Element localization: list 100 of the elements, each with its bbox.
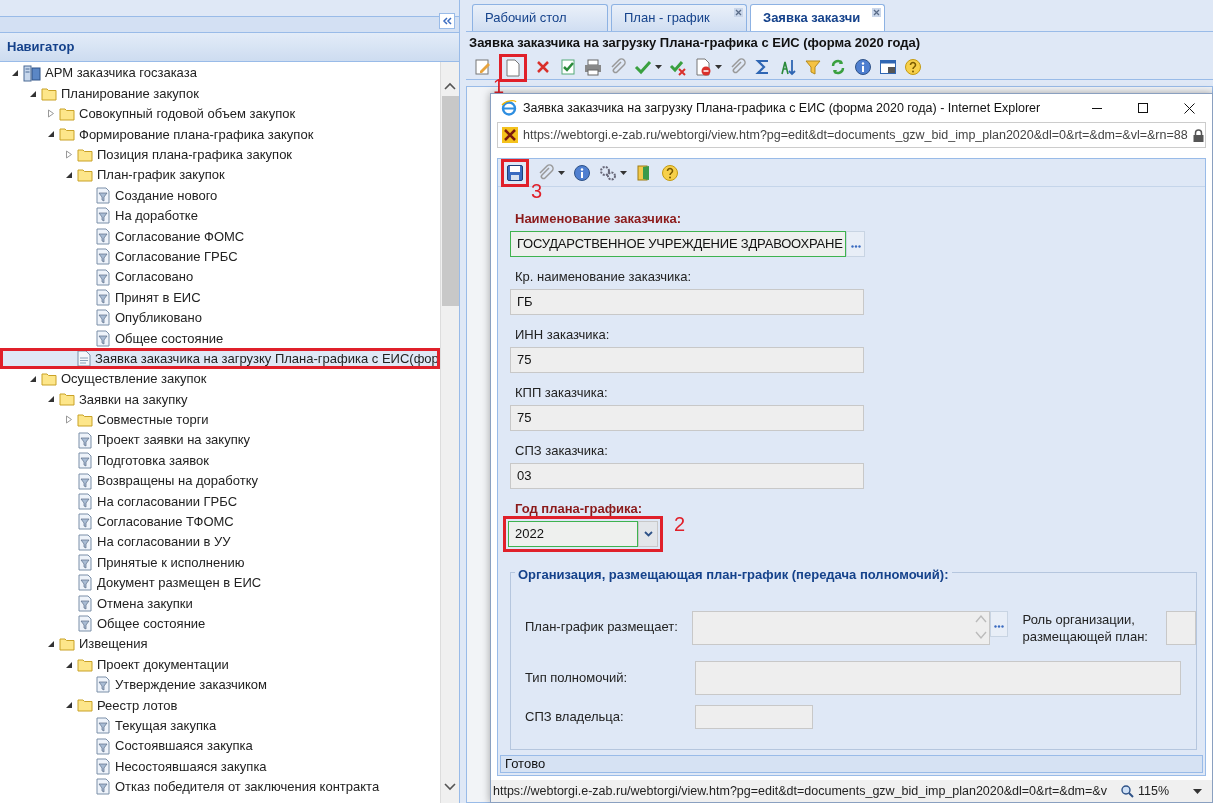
zoom-level[interactable]: 115%: [1137, 781, 1169, 801]
collapse-arrow-icon[interactable]: [28, 89, 37, 98]
new-document-icon[interactable]: [504, 59, 522, 77]
tree-item[interactable]: Заявка заказчика на загрузку Плана-графика с ЕИС(фор: [0, 348, 440, 369]
collapse-arrow-icon[interactable]: [64, 171, 73, 180]
filter-document-icon: [95, 717, 111, 735]
tree-item[interactable]: Проект документации: [0, 654, 440, 675]
scroll-up-icon[interactable]: [444, 82, 456, 90]
gears-icon[interactable]: [599, 163, 617, 182]
help-icon[interactable]: [661, 163, 679, 182]
tree-item[interactable]: Согласовано: [0, 266, 440, 288]
expand-arrow-icon[interactable]: [64, 415, 73, 425]
info-icon[interactable]: [854, 57, 872, 76]
document-remove-icon[interactable]: [694, 57, 712, 76]
text-field[interactable]: 03: [510, 463, 864, 489]
tree-item[interactable]: Принятые к исполнению: [0, 552, 440, 573]
help-icon[interactable]: [904, 57, 922, 76]
save-icon[interactable]: [506, 164, 524, 182]
tree-item[interactable]: Согласование ГРБС: [0, 246, 440, 267]
plan-placer-field[interactable]: [692, 610, 990, 645]
caret-icon[interactable]: [620, 170, 627, 175]
text-field[interactable]: ГБ: [510, 289, 864, 315]
tree-item[interactable]: Планирование закупок: [0, 83, 440, 104]
tree-item[interactable]: АРМ заказчика госзаказа: [0, 63, 440, 84]
collapse-arrow-icon[interactable]: [64, 660, 73, 669]
tree-item[interactable]: Создание нового: [0, 185, 440, 206]
tree-item[interactable]: Совместные торги: [0, 409, 440, 431]
tree-item-label: Принятые к исполнению: [97, 553, 245, 572]
close-icon[interactable]: [872, 8, 881, 17]
tab[interactable]: Заявка заказчи: [750, 4, 885, 31]
customer-name-field[interactable]: ГОСУДАРСТВЕННОЕ УЧРЕЖДЕНИЕ ЗДРАВООХРАНЕ: [510, 231, 846, 257]
tree-item[interactable]: Позиция плана-графика закупок: [0, 144, 440, 165]
tree-item[interactable]: Согласование ФОМС: [0, 226, 440, 247]
tree-item[interactable]: Несостоявшаяся закупка: [0, 756, 440, 777]
collapse-panel-button[interactable]: [439, 13, 455, 29]
tree-item-label: Извещения: [79, 635, 148, 654]
paperclip-icon[interactable]: [729, 57, 747, 76]
tree-item[interactable]: Утверждение заказчиком: [0, 674, 440, 696]
owner-spz-field[interactable]: [695, 704, 813, 729]
authority-type-field[interactable]: [695, 660, 1181, 695]
expand-arrow-icon[interactable]: [64, 150, 73, 160]
tree-item[interactable]: Извещения: [0, 633, 440, 655]
expand-arrow-icon[interactable]: [46, 109, 55, 119]
tree-item[interactable]: Осуществление закупок: [0, 368, 440, 390]
zoom-icon: [1120, 784, 1134, 798]
tree-item[interactable]: Отказ победителя от заключения контракта: [0, 776, 440, 798]
tab[interactable]: Рабочий стол: [472, 4, 608, 31]
scrollbar-thumb[interactable]: [441, 96, 459, 306]
scrollbar[interactable]: [440, 62, 459, 803]
lookup-button[interactable]: [846, 231, 865, 257]
collapse-arrow-icon[interactable]: [10, 69, 19, 78]
tree-item[interactable]: Опубликовано: [0, 307, 440, 329]
tree-item[interactable]: Реестр лотов: [0, 695, 440, 716]
collapse-arrow-icon[interactable]: [28, 375, 37, 384]
paperclip-icon[interactable]: [537, 163, 555, 182]
tree-item[interactable]: Текущая закупка: [0, 715, 440, 736]
tree-item[interactable]: План-график закупок: [0, 164, 440, 186]
paperclip-icon[interactable]: [609, 57, 627, 76]
tree-item[interactable]: Документ размещен в ЕИС: [0, 572, 440, 594]
tree-item[interactable]: Общее состояние: [0, 613, 440, 634]
collapse-arrow-icon[interactable]: [46, 640, 55, 649]
ellipsis-icon: [850, 245, 861, 248]
text-field[interactable]: 75: [510, 405, 864, 431]
tree-item[interactable]: Согласование ТФОМС: [0, 511, 440, 532]
refresh-icon[interactable]: [829, 57, 847, 76]
text-field[interactable]: 75: [510, 347, 864, 373]
tree-item[interactable]: Общее состояние: [0, 328, 440, 349]
tree-item[interactable]: На доработке: [0, 205, 440, 227]
close-icon[interactable]: [734, 8, 743, 17]
tree-item[interactable]: На согласовании в УУ: [0, 532, 440, 553]
caret-icon[interactable]: [1193, 788, 1202, 794]
tree-item[interactable]: На согласовании ГРБС: [0, 491, 440, 512]
tree-item[interactable]: Формирование плана-графика закупок: [0, 124, 440, 145]
caret-icon[interactable]: [558, 170, 565, 175]
caret-icon[interactable]: [715, 64, 722, 69]
tree-item[interactable]: Состоявшаяся закупка: [0, 735, 440, 757]
tree-item[interactable]: Подготовка заявок: [0, 450, 440, 471]
tree-item[interactable]: Возвращены на доработку: [0, 470, 440, 492]
collapse-arrow-icon[interactable]: [64, 701, 73, 710]
address-bar[interactable]: https://webtorgi.e-zab.ru/webtorgi/view.htm?pg=edit&dt=documents_gzw_bid_imp_plan2020&dl=0&rt=&dm=&vl=&rn=88: [497, 122, 1206, 148]
scroll-down-icon[interactable]: [444, 783, 456, 791]
print-icon[interactable]: [584, 57, 602, 76]
approve-document-icon[interactable]: [559, 57, 577, 76]
role-field[interactable]: [1166, 610, 1196, 645]
tree-item[interactable]: Совокупный годовой объем закупок: [0, 103, 440, 125]
tree-item[interactable]: Заявки на закупку: [0, 389, 440, 410]
tree-item-label: На согласовании в УУ: [97, 533, 231, 552]
table-settings-icon[interactable]: [879, 57, 897, 76]
tree-item[interactable]: Отмена закупки: [0, 593, 440, 614]
sort-icon[interactable]: [779, 57, 797, 76]
tab[interactable]: План - график: [611, 4, 747, 31]
lookup-button[interactable]: [989, 610, 1008, 637]
caret-icon[interactable]: [655, 64, 662, 69]
collapse-arrow-icon[interactable]: [46, 130, 55, 139]
info-icon[interactable]: [573, 163, 591, 182]
collapse-arrow-icon[interactable]: [46, 395, 55, 404]
tree-item-label: На доработке: [115, 207, 198, 226]
tree-item-label: Проект заявки на закупку: [97, 431, 251, 450]
tree-item[interactable]: Проект заявки на закупку: [0, 430, 440, 451]
tree-item[interactable]: Принят в ЕИС: [0, 287, 440, 308]
